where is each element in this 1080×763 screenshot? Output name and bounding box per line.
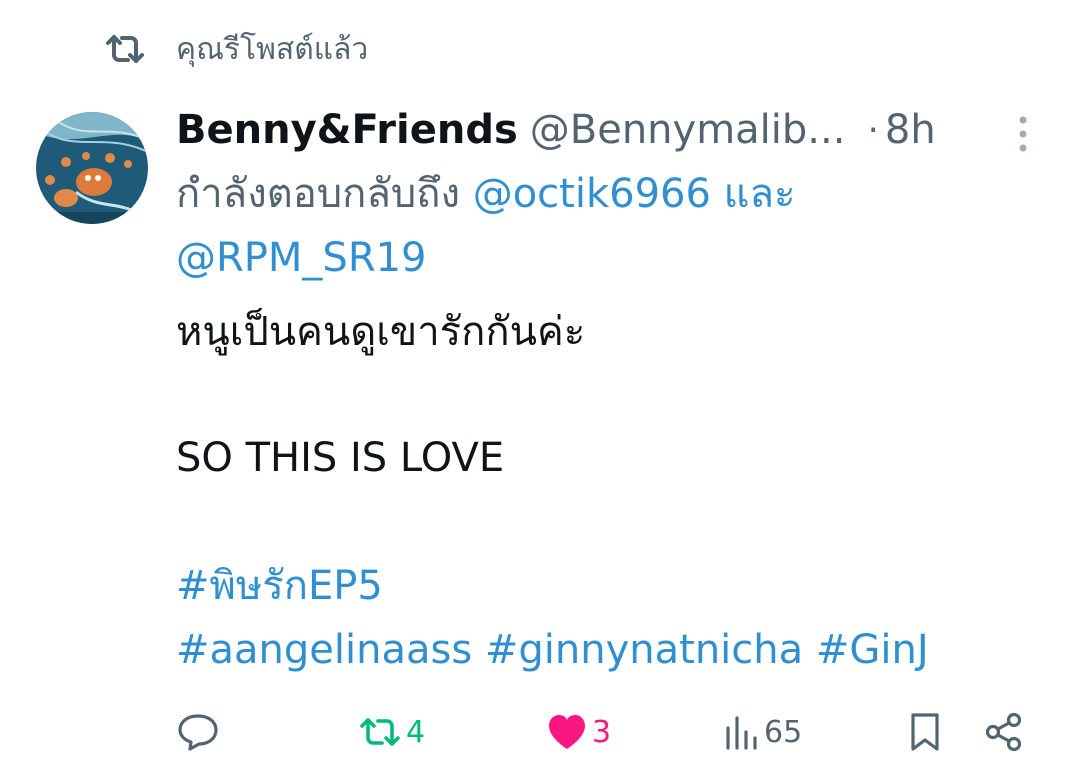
- tweet-header: Benny&Friends @Bennymalib... · 8h: [176, 104, 996, 156]
- mention-link[interactable]: @octik6966: [473, 171, 711, 217]
- views-count: 65: [764, 714, 803, 750]
- hashtag-link[interactable]: #aangelinaass: [176, 627, 472, 673]
- replying-to-joiner[interactable]: และ: [724, 171, 796, 217]
- heart-icon: [546, 713, 588, 751]
- tweet-text-line: SO THIS IS LOVE: [176, 435, 505, 481]
- like-count: 3: [592, 714, 612, 750]
- mention-link[interactable]: @RPM_SR19: [176, 235, 427, 281]
- repost-indicator: คุณรีโพสต์แล้ว: [104, 24, 368, 74]
- user-handle[interactable]: @Bennymalib...: [530, 107, 846, 153]
- views-icon: [724, 712, 760, 752]
- display-name[interactable]: Benny&Friends: [176, 107, 518, 153]
- share-button[interactable]: [984, 706, 1024, 758]
- reply-icon: [176, 712, 220, 752]
- more-options-icon[interactable]: [1008, 112, 1038, 156]
- replying-to: กำลังตอบกลับถึง @octik6966 และ: [176, 166, 795, 222]
- replying-to-continued: @RPM_SR19: [176, 230, 427, 286]
- timestamp[interactable]: 8h: [885, 107, 936, 153]
- hashtag-link[interactable]: #GinJ: [816, 627, 929, 673]
- reply-button[interactable]: [176, 706, 220, 758]
- replying-to-label: กำลังตอบกลับถึง: [176, 171, 460, 217]
- avatar[interactable]: [36, 112, 148, 224]
- like-button[interactable]: 3: [546, 706, 611, 758]
- hashtag-row: #aangelinaass #ginnynatnicha #GinJ: [176, 622, 929, 678]
- separator-dot: ·: [867, 109, 879, 151]
- repost-indicator-text: คุณรีโพสต์แล้ว: [176, 31, 369, 67]
- hashtag-link[interactable]: #พิษรักEP5: [176, 558, 383, 614]
- repost-icon: [358, 714, 402, 750]
- repost-count: 4: [406, 714, 426, 750]
- hashtag-link[interactable]: #ginnynatnicha: [485, 627, 803, 673]
- share-icon: [984, 711, 1024, 753]
- repost-icon: [104, 33, 146, 65]
- views-button[interactable]: 65: [724, 706, 802, 758]
- bookmark-icon: [908, 711, 942, 753]
- bookmark-button[interactable]: [908, 706, 942, 758]
- repost-button[interactable]: 4: [358, 706, 425, 758]
- tweet-text-line: หนูเป็นคนดูเขารักกันค่ะ: [176, 309, 586, 355]
